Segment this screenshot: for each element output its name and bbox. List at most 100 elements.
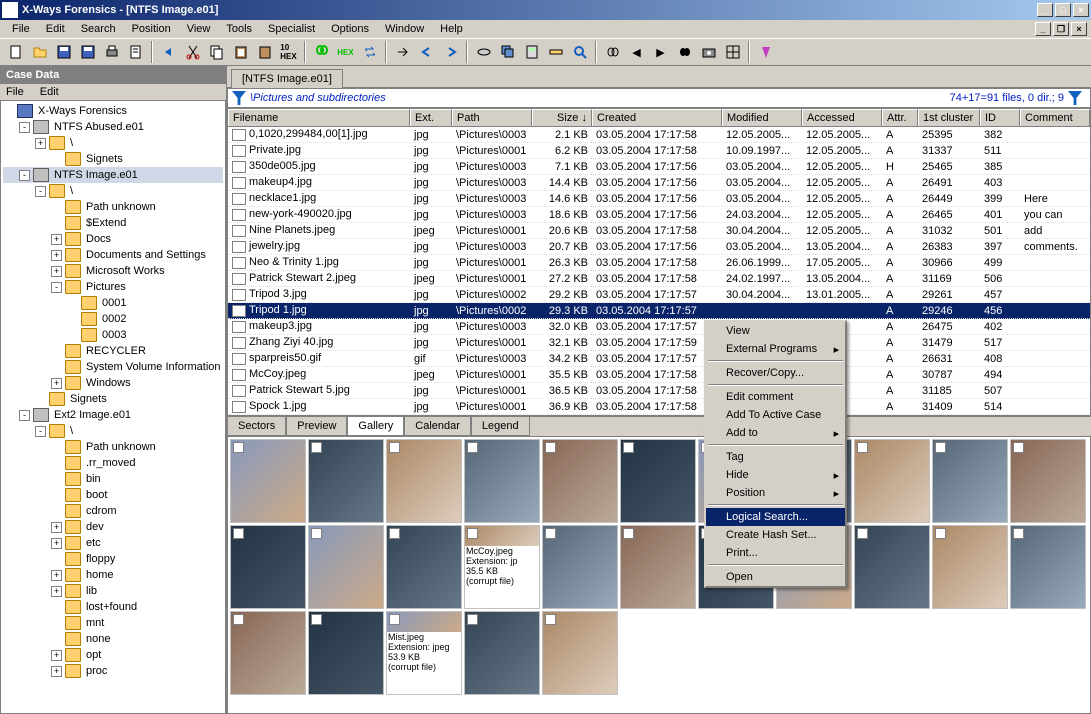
tree-node[interactable]: +dev bbox=[3, 519, 223, 535]
close-button[interactable]: × bbox=[1073, 3, 1089, 17]
menu-edit[interactable]: Edit bbox=[38, 21, 73, 37]
ctx-recover-copy[interactable]: Recover/Copy... bbox=[706, 364, 845, 382]
table-row[interactable]: McCoy.jpegjpeg\Pictures\000135.5 KB03.05… bbox=[228, 367, 1090, 383]
col-comment[interactable]: Comment bbox=[1020, 109, 1090, 126]
tab-ntfs-image[interactable]: [NTFS Image.e01] bbox=[231, 69, 343, 88]
tab-calendar[interactable]: Calendar bbox=[404, 417, 471, 436]
tree-expand-icon[interactable]: + bbox=[51, 378, 62, 389]
tree-node[interactable]: .rr_moved bbox=[3, 455, 223, 471]
thumb-checkbox[interactable] bbox=[233, 442, 244, 453]
thumb-checkbox[interactable] bbox=[1013, 442, 1024, 453]
case-menu-edit[interactable]: Edit bbox=[40, 86, 59, 98]
ctx-open[interactable]: Open bbox=[706, 568, 845, 586]
tree-node[interactable]: +opt bbox=[3, 647, 223, 663]
tree-expand-icon[interactable]: - bbox=[19, 410, 30, 421]
thumbnail[interactable] bbox=[386, 439, 462, 523]
col-id[interactable]: ID bbox=[980, 109, 1020, 126]
gallery[interactable]: McCoy.jpegExtension: jp35.5 KB(corrupt f… bbox=[227, 436, 1091, 714]
thumbnail[interactable] bbox=[308, 611, 384, 695]
tab-sectors[interactable]: Sectors bbox=[227, 417, 286, 436]
table-row[interactable]: Patrick Stewart 2.jpegjpeg\Pictures\0001… bbox=[228, 271, 1090, 287]
tab-gallery[interactable]: Gallery bbox=[347, 417, 404, 436]
thumbnail[interactable] bbox=[230, 439, 306, 523]
tree-node[interactable]: bin bbox=[3, 471, 223, 487]
tree-node[interactable]: Signets bbox=[3, 391, 223, 407]
ctx-position[interactable]: Position bbox=[706, 484, 845, 502]
table-row[interactable]: makeup3.jpgjpg\Pictures\000332.0 KB03.05… bbox=[228, 319, 1090, 335]
thumbnail[interactable] bbox=[932, 439, 1008, 523]
thumbnail[interactable] bbox=[1010, 525, 1086, 609]
child-minimize-button[interactable]: _ bbox=[1035, 22, 1051, 36]
filter-icon-right[interactable] bbox=[1068, 91, 1082, 105]
tree-expand-icon[interactable]: - bbox=[51, 282, 62, 293]
table-row[interactable]: Spock 1.jpgjpg\Pictures\000136.9 KB03.05… bbox=[228, 399, 1090, 415]
col-accessed[interactable]: Accessed bbox=[802, 109, 882, 126]
tree-node[interactable]: boot bbox=[3, 487, 223, 503]
thumbnail[interactable] bbox=[620, 525, 696, 609]
tree-node[interactable]: 0003 bbox=[3, 327, 223, 343]
tree-expand-icon[interactable]: + bbox=[51, 538, 62, 549]
tree-node[interactable]: RECYCLER bbox=[3, 343, 223, 359]
col-created[interactable]: Created bbox=[592, 109, 722, 126]
table-row[interactable]: sparpreis50.gifgif\Pictures\000334.2 KB0… bbox=[228, 351, 1090, 367]
menu-search[interactable]: Search bbox=[73, 21, 124, 37]
thumbnail[interactable] bbox=[542, 611, 618, 695]
findhex-icon[interactable]: HEX bbox=[334, 41, 357, 63]
goto-icon[interactable] bbox=[391, 41, 414, 63]
table-row[interactable]: Neo & Trinity 1.jpgjpg\Pictures\000126.3… bbox=[228, 255, 1090, 271]
next-icon[interactable]: ▶ bbox=[649, 41, 672, 63]
ctx-logical-search[interactable]: Logical Search... bbox=[706, 508, 845, 526]
ctx-print[interactable]: Print... bbox=[706, 544, 845, 562]
minimize-button[interactable]: _ bbox=[1037, 3, 1053, 17]
open-icon[interactable] bbox=[28, 41, 51, 63]
menu-view[interactable]: View bbox=[179, 21, 219, 37]
thumb-checkbox[interactable] bbox=[467, 442, 478, 453]
thumb-checkbox[interactable] bbox=[467, 528, 478, 539]
tree-node[interactable]: -\ bbox=[3, 183, 223, 199]
menu-specialist[interactable]: Specialist bbox=[260, 21, 323, 37]
thumb-checkbox[interactable] bbox=[311, 614, 322, 625]
tree-expand-icon[interactable]: - bbox=[35, 186, 46, 197]
table-row[interactable]: 0,1020,299484,00[1].jpgjpg\Pictures\0003… bbox=[228, 127, 1090, 143]
menu-window[interactable]: Window bbox=[377, 21, 432, 37]
tree-node[interactable]: Signets bbox=[3, 151, 223, 167]
tree-expand-icon[interactable]: + bbox=[51, 522, 62, 533]
thumbnail[interactable] bbox=[542, 525, 618, 609]
table-row[interactable]: Zhang Ziyi 40.jpgjpg\Pictures\000132.1 K… bbox=[228, 335, 1090, 351]
help-icon[interactable] bbox=[754, 41, 777, 63]
tree-expand-icon[interactable]: + bbox=[51, 570, 62, 581]
tree-node[interactable]: none bbox=[3, 631, 223, 647]
tree-expand-icon[interactable]: + bbox=[51, 666, 62, 677]
tree-node[interactable]: 0001 bbox=[3, 295, 223, 311]
thumb-checkbox[interactable] bbox=[389, 528, 400, 539]
print-icon[interactable] bbox=[100, 41, 123, 63]
paste-icon[interactable] bbox=[253, 41, 276, 63]
thumb-checkbox[interactable] bbox=[857, 528, 868, 539]
thumbnail[interactable] bbox=[230, 611, 306, 695]
tree-node[interactable]: -NTFS Abused.e01 bbox=[3, 119, 223, 135]
table-row[interactable]: Nine Planets.jpegjpeg\Pictures\000120.6 … bbox=[228, 223, 1090, 239]
thumbnail[interactable] bbox=[464, 439, 540, 523]
thumbnail[interactable] bbox=[854, 439, 930, 523]
tree-node[interactable]: -Pictures bbox=[3, 279, 223, 295]
tree-expand-icon[interactable]: + bbox=[51, 586, 62, 597]
child-restore-button[interactable]: ❐ bbox=[1053, 22, 1069, 36]
thumbnail[interactable] bbox=[620, 439, 696, 523]
thumbnail[interactable] bbox=[1010, 439, 1086, 523]
col-cluster[interactable]: 1st cluster bbox=[918, 109, 980, 126]
tab-preview[interactable]: Preview bbox=[286, 417, 347, 436]
tree-expand-icon[interactable]: + bbox=[51, 250, 62, 261]
binoculars2-icon[interactable] bbox=[601, 41, 624, 63]
tree-node[interactable]: Path unknown bbox=[3, 439, 223, 455]
table-row[interactable]: makeup4.jpgjpg\Pictures\000314.4 KB03.05… bbox=[228, 175, 1090, 191]
thumb-checkbox[interactable] bbox=[857, 442, 868, 453]
col-filename[interactable]: Filename bbox=[228, 109, 410, 126]
saveas-icon[interactable] bbox=[76, 41, 99, 63]
thumb-checkbox[interactable] bbox=[233, 528, 244, 539]
thumb-checkbox[interactable] bbox=[545, 614, 556, 625]
tree-node[interactable]: +etc bbox=[3, 535, 223, 551]
table-row[interactable]: necklace1.jpgjpg\Pictures\000314.6 KB03.… bbox=[228, 191, 1090, 207]
thumb-checkbox[interactable] bbox=[311, 442, 322, 453]
thumb-checkbox[interactable] bbox=[935, 528, 946, 539]
tree-node[interactable]: $Extend bbox=[3, 215, 223, 231]
